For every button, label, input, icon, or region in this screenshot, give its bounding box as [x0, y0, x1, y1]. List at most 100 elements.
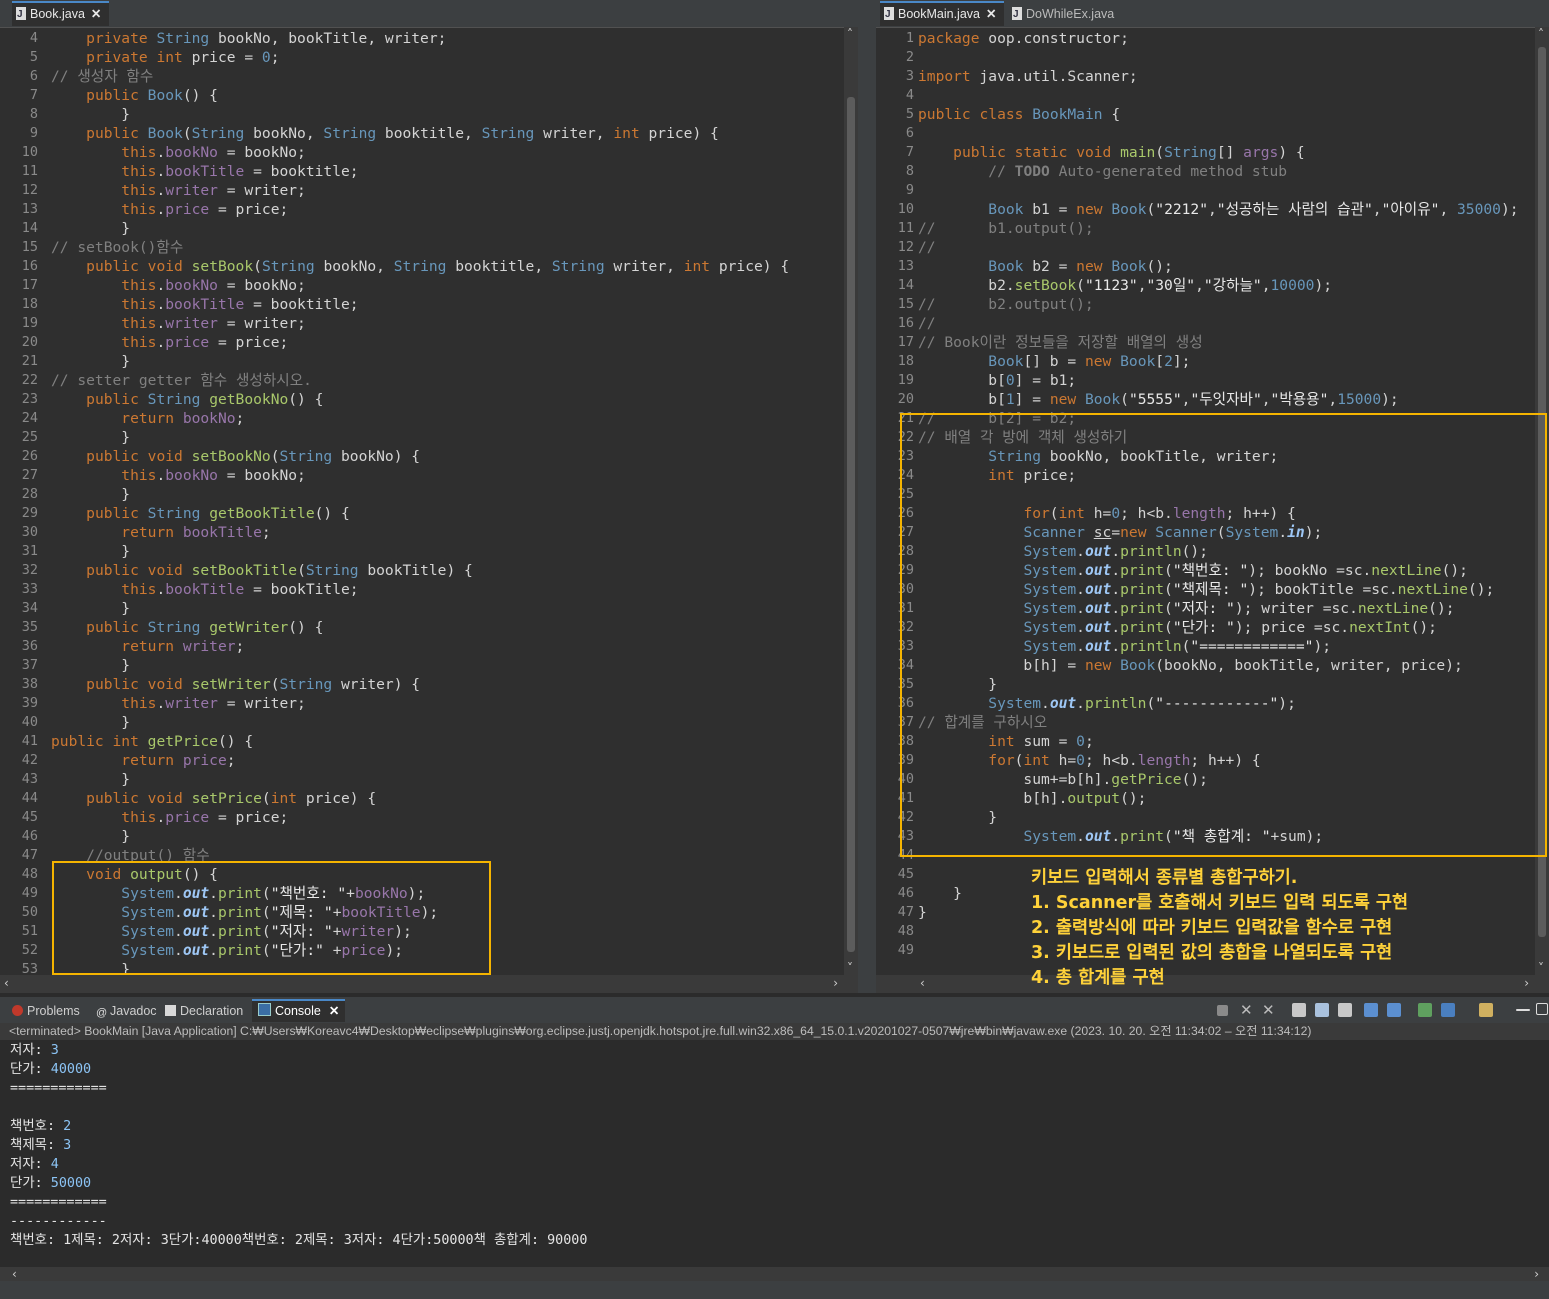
- tab-bookmain-java[interactable]: BookMain.java ✕: [880, 1, 1005, 26]
- tab-declaration[interactable]: Declaration: [165, 1001, 243, 1022]
- code-line: 42 return price;: [0, 751, 844, 770]
- scroll-left-icon[interactable]: ‹: [4, 976, 9, 990]
- code-line: 5 public class BookMain {: [876, 105, 1535, 124]
- code-text: public class BookMain {: [918, 106, 1121, 123]
- remove-all-icon[interactable]: ✕: [1262, 1001, 1276, 1019]
- scroll-down-icon[interactable]: ˅: [847, 961, 853, 975]
- console-line: 저자: 4: [10, 1155, 59, 1174]
- code-text: this.price = price;: [121, 809, 289, 826]
- code-line: 4: [876, 86, 1535, 105]
- code-line: 23 public String getBookNo() {: [0, 390, 844, 409]
- code-line: 40 }: [0, 713, 844, 732]
- line-number: 46: [897, 885, 914, 901]
- code-line: 36 return writer;: [0, 637, 844, 656]
- code-line: 39 this.writer = writer;: [0, 694, 844, 713]
- tab-book-java[interactable]: Book.java ✕: [12, 1, 110, 26]
- console-line: 책번호: 1제목: 2저자: 3단가:40000책번호: 2제목: 3저자: 4…: [10, 1231, 587, 1250]
- code-text: this.price = price;: [121, 334, 289, 351]
- line-number: 18: [897, 353, 914, 369]
- scroll-lock-icon[interactable]: [1315, 1003, 1329, 1017]
- close-icon[interactable]: ✕: [329, 1004, 339, 1018]
- scroll-left-icon[interactable]: ‹: [920, 976, 925, 990]
- code-line: 12 this.writer = writer;: [0, 181, 844, 200]
- line-number: 20: [21, 334, 38, 350]
- code-line: 3 import java.util.Scanner;: [876, 67, 1535, 86]
- line-number: 45: [21, 809, 38, 825]
- highlight-output-method: [52, 861, 491, 975]
- console-value: 2: [63, 1119, 72, 1134]
- left-code-area[interactable]: 4 private String bookNo, bookTitle, writ…: [0, 27, 844, 975]
- code-text: public void setBookTitle(String bookTitl…: [86, 562, 473, 579]
- code-line: 10 Book b1 = new Book("2212","성공하는 사람의 습…: [876, 200, 1535, 219]
- code-text: this.bookNo = bookNo;: [121, 467, 306, 484]
- code-line: 14 b2.setBook("1123","30일","강하늘",10000);: [876, 276, 1535, 295]
- code-line: 25 }: [0, 428, 844, 447]
- code-text: public void setPrice(int price) {: [86, 790, 377, 807]
- display-console-icon[interactable]: [1441, 1003, 1455, 1017]
- scroll-right-icon[interactable]: ›: [1524, 976, 1529, 990]
- terminate-icon[interactable]: [1217, 1005, 1228, 1016]
- scroll-thumb[interactable]: [847, 97, 855, 952]
- scroll-up-icon[interactable]: ˄: [847, 27, 853, 41]
- java-file-icon: [1012, 3, 1022, 26]
- code-text: // setBook()함수: [51, 239, 184, 256]
- clear-console-icon[interactable]: [1292, 1003, 1306, 1017]
- scroll-left-icon[interactable]: ‹: [12, 1267, 17, 1281]
- line-number: 6: [29, 68, 38, 84]
- code-text: public String getBookNo() {: [86, 391, 324, 408]
- word-wrap-icon[interactable]: [1338, 1003, 1352, 1017]
- console-label: ------------: [10, 1214, 107, 1229]
- split-divider[interactable]: [858, 0, 876, 993]
- line-number: 49: [897, 942, 914, 958]
- tab-javadoc[interactable]: @ Javadoc: [96, 1001, 157, 1022]
- code-line: 6 // 생성자 함수: [0, 67, 844, 86]
- scroll-right-icon[interactable]: ›: [1534, 1267, 1539, 1281]
- code-line: 24 return bookNo;: [0, 409, 844, 428]
- line-number: 8: [29, 106, 38, 122]
- code-text: this.bookNo = bookNo;: [121, 144, 306, 161]
- line-number: 19: [21, 315, 38, 331]
- show-stderr-icon[interactable]: [1387, 1003, 1401, 1017]
- horizontal-scrollbar[interactable]: ‹ ›: [0, 975, 858, 993]
- scroll-down-icon[interactable]: ˅: [1538, 961, 1544, 975]
- close-icon[interactable]: ✕: [986, 7, 996, 21]
- show-stdout-icon[interactable]: [1364, 1003, 1378, 1017]
- scroll-up-icon[interactable]: ˄: [1538, 27, 1544, 41]
- code-text: package oop.constructor;: [918, 30, 1129, 47]
- code-line: 38 public void setWriter(String writer) …: [0, 675, 844, 694]
- console-status-line: <terminated> BookMain [Java Application]…: [0, 1023, 1549, 1040]
- console-line: 책번호: 2: [10, 1117, 71, 1136]
- code-line: 31 }: [0, 542, 844, 561]
- right-editor-tabbar: BookMain.java ✕ DoWhileEx.java: [876, 0, 1549, 28]
- code-line: 28 }: [0, 485, 844, 504]
- console-line: ============: [10, 1079, 107, 1098]
- line-number: 50: [21, 904, 38, 920]
- line-number: 4: [29, 30, 38, 46]
- tab-dowhileex-java[interactable]: DoWhileEx.java: [1008, 3, 1122, 26]
- code-line: 6: [876, 124, 1535, 143]
- remove-launch-icon[interactable]: ✕: [1240, 1001, 1254, 1019]
- console-horizontal-scrollbar[interactable]: ‹ ›: [0, 1267, 1549, 1281]
- console-output[interactable]: 저자: 3 단가: 40000 ============ 책번호: 2 책제목: 3 저자…: [0, 1040, 1549, 1267]
- code-line: 27 this.bookNo = bookNo;: [0, 466, 844, 485]
- code-text: //: [918, 315, 936, 332]
- java-file-icon: [884, 3, 894, 26]
- tab-console[interactable]: Console ✕: [252, 999, 346, 1022]
- tab-problems[interactable]: Problems: [12, 1001, 80, 1022]
- line-number: 45: [897, 866, 914, 882]
- line-number: 15: [897, 296, 914, 312]
- new-console-icon[interactable]: [1479, 1003, 1493, 1017]
- scroll-right-icon[interactable]: ›: [833, 976, 838, 990]
- vertical-scrollbar[interactable]: ˄ ˅: [844, 27, 858, 975]
- line-number: 1: [905, 30, 914, 46]
- line-number: 40: [21, 714, 38, 730]
- tab-label: Problems: [27, 1004, 80, 1018]
- minimize-icon[interactable]: [1516, 1009, 1530, 1011]
- close-icon[interactable]: ✕: [91, 7, 101, 21]
- maximize-icon[interactable]: [1536, 1003, 1548, 1015]
- pin-console-icon[interactable]: [1418, 1003, 1432, 1017]
- code-text: return writer;: [121, 638, 245, 655]
- line-number: 51: [21, 923, 38, 939]
- code-text: b2.setBook("1123","30일","강하늘",10000);: [918, 277, 1333, 294]
- code-line: 1 package oop.constructor;: [876, 29, 1535, 48]
